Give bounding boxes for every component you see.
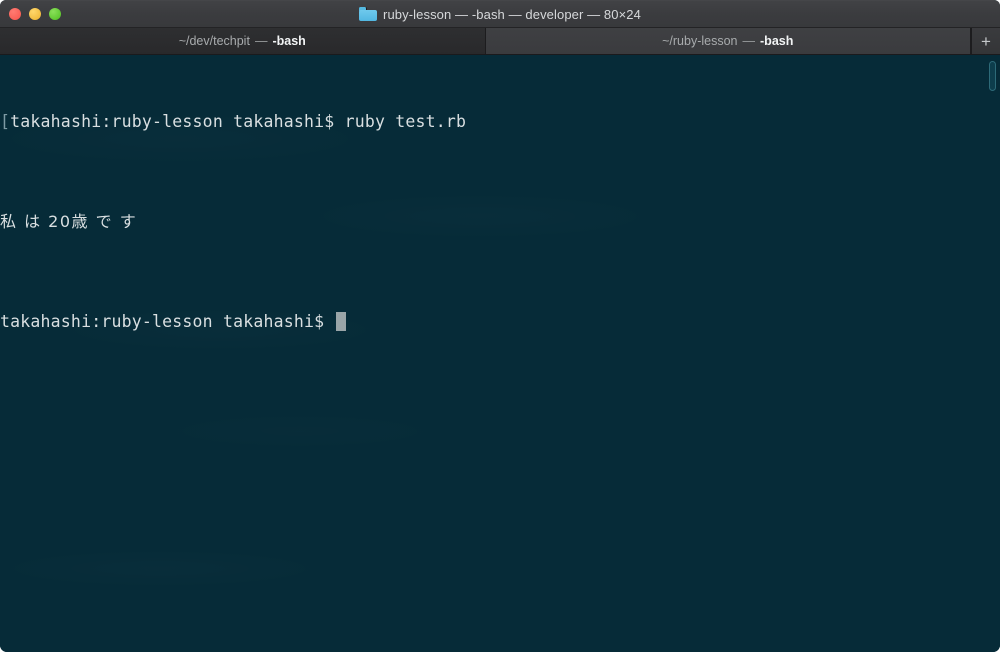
tab-path-label: ~/dev/techpit [178, 34, 250, 48]
terminal-line-1-command: ruby test.rb [344, 112, 467, 131]
terminal-text-buffer: [takahashi:ruby-lesson takahashi$ ruby t… [0, 59, 1000, 384]
minimize-button[interactable] [29, 8, 41, 20]
terminal-window: ruby-lesson — -bash — developer — 80×24 … [0, 0, 1000, 652]
terminal-line-1: [takahashi:ruby-lesson takahashi$ ruby t… [0, 109, 1000, 134]
traffic-light-group [9, 0, 61, 28]
tab-dash: — [742, 34, 756, 48]
close-button[interactable] [9, 8, 21, 20]
folder-icon [359, 7, 378, 21]
terminal-content-area[interactable]: [takahashi:ruby-lesson takahashi$ ruby t… [0, 55, 1000, 652]
terminal-line-3: takahashi:ruby-lesson takahashi$ [0, 309, 1000, 334]
terminal-cursor [336, 312, 347, 331]
tab-path-label: ~/ruby-lesson [662, 34, 738, 48]
tab-bar: ~/dev/techpit — -bash ~/ruby-lesson — -b… [0, 28, 1000, 55]
window-title: ruby-lesson — -bash — developer — 80×24 [383, 6, 641, 22]
terminal-scrollbar[interactable] [989, 61, 996, 91]
terminal-line-3-prompt: takahashi:ruby-lesson takahashi$ [0, 312, 335, 331]
zoom-button[interactable] [49, 8, 61, 20]
tab-dev-techpit[interactable]: ~/dev/techpit — -bash [0, 28, 486, 54]
terminal-line-1-lead: [ [0, 112, 11, 131]
tab-shell-label: -bash [760, 34, 794, 48]
new-tab-button[interactable]: + [971, 28, 1000, 54]
terminal-line-2: 私 は 20歳 で す [0, 209, 1000, 234]
window-title-group: ruby-lesson — -bash — developer — 80×24 [0, 0, 1000, 28]
tab-ruby-lesson[interactable]: ~/ruby-lesson — -bash [485, 28, 971, 54]
window-titlebar[interactable]: ruby-lesson — -bash — developer — 80×24 [0, 0, 1000, 28]
tab-dash: — [254, 34, 268, 48]
tab-shell-label: -bash [272, 34, 306, 48]
terminal-line-2-output: 私 は 20歳 で す [0, 212, 138, 231]
terminal-line-1-prompt: takahashi:ruby-lesson takahashi$ [10, 112, 345, 131]
